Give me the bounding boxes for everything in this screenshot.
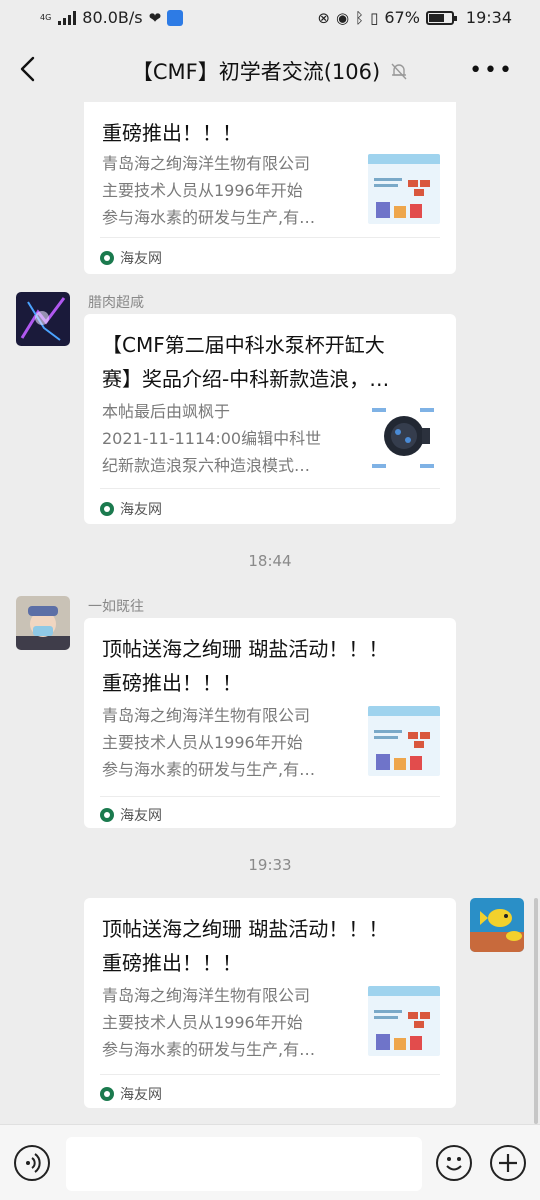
- timestamp: 18:44: [248, 552, 292, 570]
- chat-header: 【CMF】初学者交流(106) •••: [0, 36, 540, 102]
- source-name: 海友网: [120, 1087, 162, 1103]
- card-desc-line: 主要技术人员从1996年开始: [102, 181, 303, 200]
- card-source: 海友网: [100, 805, 162, 825]
- card-desc-line: 纪新款造浪泵六种造浪模式…: [102, 456, 311, 475]
- plus-icon[interactable]: [490, 1145, 526, 1181]
- card-title-line: 顶帖送海之绚珊 瑚盐活动！！！: [102, 917, 389, 941]
- signal-icon: [58, 10, 77, 25]
- card-title-line: 重磅推出！！！: [102, 121, 242, 145]
- card-desc-line: 青岛海之绚海洋生物有限公司: [102, 706, 311, 725]
- card-divider: [100, 1074, 440, 1075]
- link-card[interactable]: 顶帖送海之绚珊 瑚盐活动！！！ 重磅推出！！！ 青岛海之绚海洋生物有限公司 主要…: [84, 618, 456, 828]
- card-description: 青岛海之绚海洋生物有限公司 主要技术人员从1996年开始 参与海水素的研发与生产…: [102, 150, 352, 231]
- link-card[interactable]: 顶帖送海之绚珊 瑚盐活动！！！ 重磅推出！！！ 青岛海之绚海洋生物有限公司 主要…: [84, 898, 456, 1108]
- card-title: 顶帖送海之绚珊 瑚盐活动！！！ 重磅推出！！！: [102, 632, 438, 700]
- card-desc-line: 参与海水素的研发与生产,有…: [102, 760, 316, 779]
- card-desc-line: 青岛海之绚海洋生物有限公司: [102, 986, 311, 1005]
- heart-icon: ❤: [148, 8, 162, 27]
- source-logo-icon: [100, 502, 114, 516]
- battery-level: [428, 13, 444, 22]
- card-title: 重磅推出！！！: [102, 102, 438, 150]
- source-logo-icon: [100, 808, 114, 822]
- vibrate-icon: ▯: [370, 8, 379, 27]
- battery-percent: 67%: [384, 8, 420, 27]
- source-logo-icon: [100, 1087, 114, 1101]
- network-speed: 80.0B/s: [82, 8, 143, 27]
- card-desc-line: 参与海水素的研发与生产,有…: [102, 1040, 316, 1059]
- card-desc-line: 青岛海之绚海洋生物有限公司: [102, 154, 311, 173]
- card-source: 海友网: [100, 1084, 162, 1104]
- avatar[interactable]: [470, 898, 524, 952]
- card-title-line: 重磅推出！！！: [102, 671, 242, 695]
- avatar[interactable]: [16, 292, 70, 346]
- sender-name: 一如既往: [88, 599, 144, 615]
- avatar[interactable]: [16, 596, 70, 650]
- card-desc-line: 2021-11-1114:00编辑中科世: [102, 429, 322, 448]
- network-type: 4G: [40, 12, 52, 22]
- emoji-icon[interactable]: [436, 1145, 472, 1181]
- card-description: 青岛海之绚海洋生物有限公司 主要技术人员从1996年开始 参与海水素的研发与生产…: [102, 702, 352, 783]
- card-title-line: 重磅推出！！！: [102, 951, 242, 975]
- card-desc-line: 主要技术人员从1996年开始: [102, 733, 303, 752]
- card-desc-line: 参与海水素的研发与生产,有…: [102, 208, 316, 227]
- link-card[interactable]: 【CMF第二届中科水泵杯开缸大 赛】奖品介绍-中科新款造浪，… 本帖最后由飒枫于…: [84, 314, 456, 524]
- card-desc-line: 主要技术人员从1996年开始: [102, 1013, 303, 1032]
- bell-muted-icon: [391, 63, 407, 80]
- card-title: 顶帖送海之绚珊 瑚盐活动！！！ 重磅推出！！！: [102, 912, 438, 980]
- sender-name: 腊肉超咸: [88, 295, 144, 311]
- eye-icon: ◉: [335, 8, 350, 27]
- input-bar: [0, 1124, 540, 1200]
- nfc-icon: ⊗: [317, 8, 330, 27]
- source-logo-icon: [100, 251, 114, 265]
- card-desc-line: 本帖最后由飒枫于: [102, 402, 231, 421]
- message-input[interactable]: [66, 1137, 422, 1191]
- card-thumbnail: [368, 986, 440, 1056]
- battery-icon: [425, 10, 457, 25]
- card-divider: [100, 488, 440, 489]
- card-source: 海友网: [100, 499, 162, 519]
- card-source: 海友网: [100, 248, 162, 268]
- source-name: 海友网: [120, 251, 162, 267]
- voice-icon[interactable]: [14, 1145, 50, 1181]
- card-thumbnail: [368, 706, 440, 776]
- notification-icon: [167, 9, 184, 26]
- card-title: 【CMF第二届中科水泵杯开缸大 赛】奖品介绍-中科新款造浪，…: [102, 328, 438, 396]
- more-icon[interactable]: •••: [469, 58, 514, 83]
- status-bar: 4G 80.0B/s ❤ ⊗ ◉ ᛒ ▯ 67% 19:34: [0, 0, 540, 36]
- scrollbar[interactable]: [534, 898, 538, 1124]
- card-thumbnail: [368, 154, 440, 224]
- timestamp: 19:33: [248, 856, 292, 874]
- card-divider: [100, 796, 440, 797]
- card-thumbnail: [368, 402, 440, 472]
- clock: 19:34: [465, 8, 512, 27]
- card-title-line: 【CMF第二届中科水泵杯开缸大: [102, 333, 385, 357]
- bluetooth-icon: ᛒ: [355, 8, 365, 27]
- card-description: 本帖最后由飒枫于 2021-11-1114:00编辑中科世 纪新款造浪泵六种造浪…: [102, 398, 352, 479]
- card-description: 青岛海之绚海洋生物有限公司 主要技术人员从1996年开始 参与海水素的研发与生产…: [102, 982, 352, 1063]
- source-name: 海友网: [120, 808, 162, 824]
- card-title-line: 赛】奖品介绍-中科新款造浪，…: [102, 367, 390, 391]
- chat-title: 【CMF】初学者交流(106): [131, 60, 381, 84]
- message-list[interactable]: 重磅推出！！！ 青岛海之绚海洋生物有限公司 主要技术人员从1996年开始 参与海…: [0, 102, 540, 1124]
- link-card[interactable]: 重磅推出！！！ 青岛海之绚海洋生物有限公司 主要技术人员从1996年开始 参与海…: [84, 102, 456, 274]
- card-divider: [100, 237, 440, 238]
- source-name: 海友网: [120, 502, 162, 518]
- card-title-line: 顶帖送海之绚珊 瑚盐活动！！！: [102, 637, 389, 661]
